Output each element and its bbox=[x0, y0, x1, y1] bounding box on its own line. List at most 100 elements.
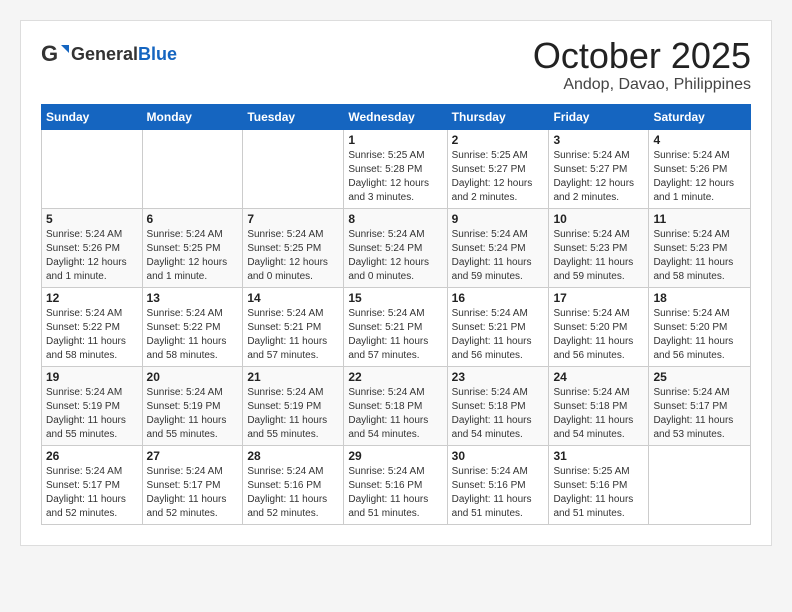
day-info: Sunrise: 5:25 AMSunset: 5:28 PMDaylight:… bbox=[348, 149, 442, 205]
day-info: Sunrise: 5:24 AMSunset: 5:21 PMDaylight:… bbox=[452, 307, 545, 363]
calendar-week-3: 12 Sunrise: 5:24 AMSunset: 5:22 PMDayligh… bbox=[42, 287, 751, 366]
day-info: Sunrise: 5:24 AMSunset: 5:16 PMDaylight:… bbox=[348, 465, 442, 521]
calendar-page: G GeneralBlue October 2025 Andop, Davao,… bbox=[20, 20, 772, 546]
calendar-cell bbox=[142, 129, 243, 208]
calendar-cell: 9 Sunrise: 5:24 AMSunset: 5:24 PMDaylight… bbox=[447, 208, 549, 287]
calendar-cell bbox=[42, 129, 143, 208]
header-friday: Friday bbox=[549, 104, 649, 129]
calendar-cell bbox=[649, 445, 751, 524]
calendar-week-4: 19 Sunrise: 5:24 AMSunset: 5:19 PMDayligh… bbox=[42, 366, 751, 445]
calendar-cell: 2 Sunrise: 5:25 AMSunset: 5:27 PMDaylight… bbox=[447, 129, 549, 208]
header: G GeneralBlue October 2025 Andop, Davao,… bbox=[41, 36, 751, 94]
day-number: 6 bbox=[147, 212, 239, 226]
calendar-cell: 18Sunrise: 5:24 AMSunset: 5:20 PMDayligh… bbox=[649, 287, 751, 366]
calendar-cell: 3 Sunrise: 5:24 AMSunset: 5:27 PMDaylight… bbox=[549, 129, 649, 208]
day-info: Sunrise: 5:24 AMSunset: 5:27 PMDaylight:… bbox=[553, 149, 644, 205]
day-info: Sunrise: 5:24 AMSunset: 5:21 PMDaylight:… bbox=[348, 307, 442, 363]
logo-text: GeneralBlue bbox=[71, 45, 177, 65]
day-number: 29 bbox=[348, 449, 442, 463]
day-info: Sunrise: 5:24 AMSunset: 5:18 PMDaylight:… bbox=[348, 386, 442, 442]
day-number: 1 bbox=[348, 133, 442, 147]
calendar-cell: 23 Sunrise: 5:24 AMSunset: 5:18 PMDayligh… bbox=[447, 366, 549, 445]
calendar-cell: 7Sunrise: 5:24 AMSunset: 5:25 PMDaylight… bbox=[243, 208, 344, 287]
day-number: 5 bbox=[46, 212, 138, 226]
calendar-cell: 17 Sunrise: 5:24 AMSunset: 5:20 PMDayligh… bbox=[549, 287, 649, 366]
day-info: Sunrise: 5:24 AMSunset: 5:18 PMDaylight:… bbox=[553, 386, 644, 442]
day-number: 17 bbox=[553, 291, 644, 305]
calendar-cell: 30 Sunrise: 5:24 AMSunset: 5:16 PMDayligh… bbox=[447, 445, 549, 524]
day-number: 15 bbox=[348, 291, 442, 305]
day-number: 12 bbox=[46, 291, 138, 305]
day-info: Sunrise: 5:25 AMSunset: 5:16 PMDaylight:… bbox=[553, 465, 644, 521]
location: Andop, Davao, Philippines bbox=[533, 76, 751, 94]
day-info: Sunrise: 5:24 AMSunset: 5:20 PMDaylight:… bbox=[653, 307, 746, 363]
day-number: 30 bbox=[452, 449, 545, 463]
day-info: Sunrise: 5:24 AMSunset: 5:17 PMDaylight:… bbox=[147, 465, 239, 521]
day-number: 24 bbox=[553, 370, 644, 384]
calendar-week-5: 26Sunrise: 5:24 AMSunset: 5:17 PMDayligh… bbox=[42, 445, 751, 524]
logo-icon: G bbox=[41, 41, 69, 69]
day-number: 8 bbox=[348, 212, 442, 226]
day-info: Sunrise: 5:24 AMSunset: 5:22 PMDaylight:… bbox=[147, 307, 239, 363]
calendar-cell: 27 Sunrise: 5:24 AMSunset: 5:17 PMDayligh… bbox=[142, 445, 243, 524]
calendar-cell bbox=[243, 129, 344, 208]
logo: G GeneralBlue bbox=[41, 41, 177, 69]
calendar-cell: 4 Sunrise: 5:24 AMSunset: 5:26 PMDaylight… bbox=[649, 129, 751, 208]
calendar-cell: 5 Sunrise: 5:24 AMSunset: 5:26 PMDaylight… bbox=[42, 208, 143, 287]
day-info: Sunrise: 5:24 AMSunset: 5:26 PMDaylight:… bbox=[653, 149, 746, 205]
day-info: Sunrise: 5:24 AMSunset: 5:19 PMDaylight:… bbox=[147, 386, 239, 442]
day-info: Sunrise: 5:24 AMSunset: 5:18 PMDaylight:… bbox=[452, 386, 545, 442]
svg-text:G: G bbox=[41, 41, 58, 66]
day-info: Sunrise: 5:24 AMSunset: 5:23 PMDaylight:… bbox=[653, 228, 746, 284]
calendar-cell: 1 Sunrise: 5:25 AMSunset: 5:28 PMDaylight… bbox=[344, 129, 447, 208]
day-number: 28 bbox=[247, 449, 339, 463]
day-info: Sunrise: 5:24 AMSunset: 5:20 PMDaylight:… bbox=[553, 307, 644, 363]
day-number: 31 bbox=[553, 449, 644, 463]
day-number: 2 bbox=[452, 133, 545, 147]
calendar-cell: 19Sunrise: 5:24 AMSunset: 5:19 PMDayligh… bbox=[42, 366, 143, 445]
day-info: Sunrise: 5:24 AMSunset: 5:24 PMDaylight:… bbox=[452, 228, 545, 284]
calendar-cell: 16 Sunrise: 5:24 AMSunset: 5:21 PMDayligh… bbox=[447, 287, 549, 366]
day-number: 9 bbox=[452, 212, 545, 226]
day-info: Sunrise: 5:24 AMSunset: 5:22 PMDaylight:… bbox=[46, 307, 138, 363]
calendar-cell: 28Sunrise: 5:24 AMSunset: 5:16 PMDayligh… bbox=[243, 445, 344, 524]
logo-blue: Blue bbox=[138, 44, 177, 64]
day-number: 22 bbox=[348, 370, 442, 384]
day-info: Sunrise: 5:24 AMSunset: 5:19 PMDaylight:… bbox=[247, 386, 339, 442]
day-info: Sunrise: 5:25 AMSunset: 5:27 PMDaylight:… bbox=[452, 149, 545, 205]
calendar-week-1: 1 Sunrise: 5:25 AMSunset: 5:28 PMDaylight… bbox=[42, 129, 751, 208]
day-number: 19 bbox=[46, 370, 138, 384]
header-thursday: Thursday bbox=[447, 104, 549, 129]
calendar-cell: 15 Sunrise: 5:24 AMSunset: 5:21 PMDayligh… bbox=[344, 287, 447, 366]
day-info: Sunrise: 5:24 AMSunset: 5:16 PMDaylight:… bbox=[452, 465, 545, 521]
calendar-cell: 21Sunrise: 5:24 AMSunset: 5:19 PMDayligh… bbox=[243, 366, 344, 445]
header-saturday: Saturday bbox=[649, 104, 751, 129]
day-number: 4 bbox=[653, 133, 746, 147]
calendar-week-2: 5 Sunrise: 5:24 AMSunset: 5:26 PMDaylight… bbox=[42, 208, 751, 287]
day-number: 25 bbox=[653, 370, 746, 384]
day-number: 16 bbox=[452, 291, 545, 305]
calendar-cell: 8Sunrise: 5:24 AMSunset: 5:24 PMDaylight… bbox=[344, 208, 447, 287]
day-number: 10 bbox=[553, 212, 644, 226]
day-info: Sunrise: 5:24 AMSunset: 5:26 PMDaylight:… bbox=[46, 228, 138, 284]
calendar-table: Sunday Monday Tuesday Wednesday Thursday… bbox=[41, 104, 751, 525]
day-number: 13 bbox=[147, 291, 239, 305]
header-tuesday: Tuesday bbox=[243, 104, 344, 129]
calendar-cell: 24 Sunrise: 5:24 AMSunset: 5:18 PMDayligh… bbox=[549, 366, 649, 445]
calendar-cell: 31 Sunrise: 5:25 AMSunset: 5:16 PMDayligh… bbox=[549, 445, 649, 524]
title-block: October 2025 Andop, Davao, Philippines bbox=[533, 36, 751, 94]
day-number: 3 bbox=[553, 133, 644, 147]
calendar-cell: 11Sunrise: 5:24 AMSunset: 5:23 PMDayligh… bbox=[649, 208, 751, 287]
month-title: October 2025 bbox=[533, 36, 751, 76]
day-info: Sunrise: 5:24 AMSunset: 5:21 PMDaylight:… bbox=[247, 307, 339, 363]
calendar-cell: 25 Sunrise: 5:24 AMSunset: 5:17 PMDayligh… bbox=[649, 366, 751, 445]
day-info: Sunrise: 5:24 AMSunset: 5:25 PMDaylight:… bbox=[147, 228, 239, 284]
day-number: 20 bbox=[147, 370, 239, 384]
calendar-cell: 22 Sunrise: 5:24 AMSunset: 5:18 PMDayligh… bbox=[344, 366, 447, 445]
calendar-cell: 20 Sunrise: 5:24 AMSunset: 5:19 PMDayligh… bbox=[142, 366, 243, 445]
calendar-header-row: Sunday Monday Tuesday Wednesday Thursday… bbox=[42, 104, 751, 129]
day-number: 27 bbox=[147, 449, 239, 463]
day-info: Sunrise: 5:24 AMSunset: 5:17 PMDaylight:… bbox=[653, 386, 746, 442]
day-number: 23 bbox=[452, 370, 545, 384]
header-wednesday: Wednesday bbox=[344, 104, 447, 129]
